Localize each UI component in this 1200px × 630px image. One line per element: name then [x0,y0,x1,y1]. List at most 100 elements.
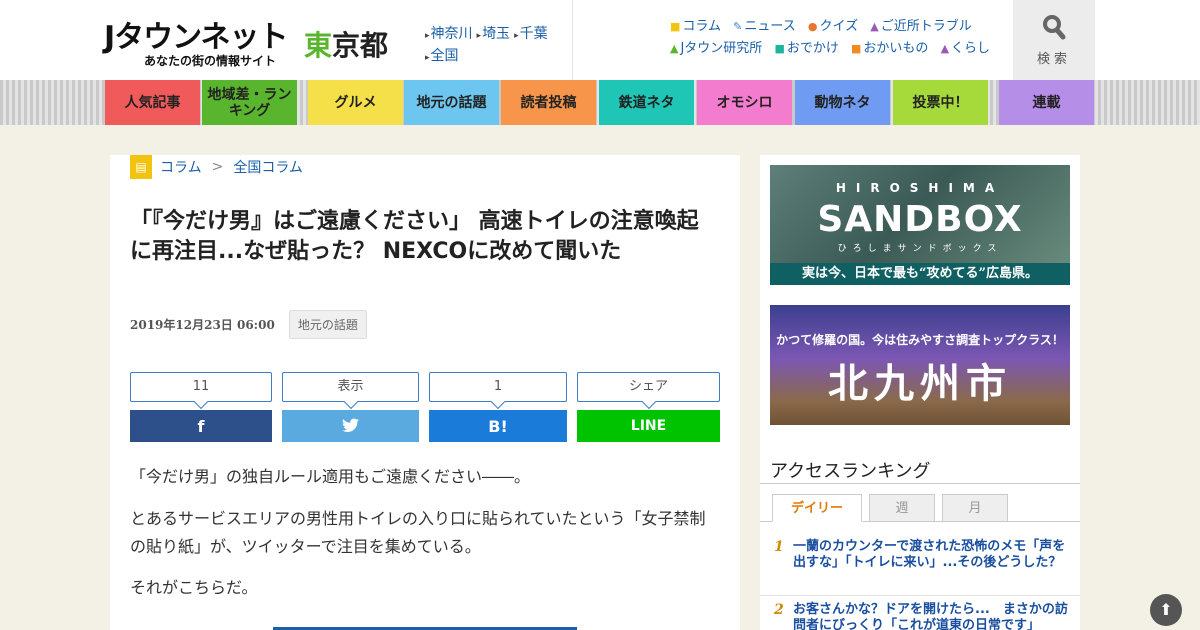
site-header: Jタウンネット あなたの街の情報サイト 東京都 神奈川埼玉千葉 全国 ■コラム … [0,0,1200,80]
line-share-button[interactable]: LINE [577,410,720,442]
nav-gourmet[interactable]: グルメ [308,80,403,125]
tab-weekly[interactable]: 週 [869,494,935,522]
ranking-title: アクセスランキング [770,461,931,482]
ranking-divider [760,483,1080,484]
sidebar: HIROSHIMA SANDBOX ひろしまサンドボックス 実は今、日本で最も“… [760,155,1080,630]
region-links: 神奈川埼玉千葉 全国 [425,24,565,68]
tab-daily[interactable]: デイリー [772,494,862,522]
nav-series[interactable]: 連載 [999,80,1094,125]
twitter-share-button[interactable] [282,410,419,442]
quick-link-label: おかいもの [863,41,929,56]
line-icon: LINE [630,418,667,434]
share-hatena: 1 B! [429,372,567,442]
banner-heading: HIROSHIMA [835,181,1005,195]
hatena-icon: B! [488,416,508,436]
banner-subtitle: ひろしまサンドボックス [837,244,1003,254]
quick-link-odekake[interactable]: ■ おでかけ [774,41,838,56]
article-paragraph: それがこちらだ。 [130,578,258,597]
quick-link-label: クイズ [819,19,859,34]
ranking-number: 1 [774,539,784,555]
region-link-kanagawa[interactable]: 神奈川 [425,26,473,42]
quick-link-label: ニュース [744,19,796,34]
facebook-count: 11 [130,372,272,402]
search-button[interactable]: 検索 [1013,0,1095,80]
quick-link-label: おでかけ [786,41,839,56]
facebook-share-button[interactable]: f [130,410,272,442]
breadcrumb-column[interactable]: コラム [160,157,202,177]
tab-monthly[interactable]: 月 [942,494,1008,522]
nav-funny[interactable]: オモシロ [697,80,792,125]
arrow-up-icon: ⬆ [1159,600,1173,619]
breadcrumb: ▤ コラム > 全国コラム [130,155,303,179]
quick-link-column[interactable]: ■ コラム [670,19,721,34]
nav-railway[interactable]: 鉄道ネタ [599,80,694,125]
nav-animals[interactable]: 動物ネタ [795,80,890,125]
pencil-icon: ✎ [733,20,743,33]
quick-links: ■ コラム ✎ ニュース ● クイズ ▲ ご近所トラブル ▲ Jタウン研究所 ■ おでかけ … [670,16,1000,60]
quick-link-label: ご近所トラブル [880,19,972,34]
article-title: 「『今だけ男』はご遠慮ください」 高速トイレの注意喚起に再注目...なぜ貼った？… [130,209,699,264]
line-count: シェア [577,372,720,402]
quiz-icon: ● [807,20,818,33]
hatena-count: 1 [429,372,567,402]
quick-link-shopping[interactable]: ■ おかいもの [851,41,928,56]
article-paragraph: とあるサービスエリアの男性用トイレの入り口に貼られていたという「女子禁制の貼り紙… [130,509,706,556]
bag-icon: ■ [851,42,862,55]
banner-title: SANDBOX [817,199,1023,240]
back-to-top-button[interactable]: ⬆ [1150,594,1182,626]
quick-link-quiz[interactable]: ● クイズ [808,19,858,34]
quick-link-news[interactable]: ✎ ニュース [733,19,796,34]
prefecture-title-b: 京都 [332,29,389,62]
region-link-saitama[interactable]: 埼玉 [477,26,511,42]
quick-link-label: くらし [951,41,991,56]
nav-reader-posts[interactable]: 読者投稿 [501,80,596,125]
quick-link-label: Jタウン研究所 [680,41,763,56]
share-twitter: 表示 [282,372,419,442]
quick-link-label: コラム [682,19,722,34]
site-logo[interactable]: Jタウンネット あなたの街の情報サイト [104,12,294,68]
note-icon: ■ [670,20,681,33]
hatena-share-button[interactable]: B! [429,410,567,442]
search-label: 検索 [1036,52,1071,67]
quick-link-trouble[interactable]: ▲ ご近所トラブル [870,19,971,34]
quick-link-lab[interactable]: ▲ Jタウン研究所 [670,41,762,56]
share-line: シェア LINE [577,372,720,442]
note-icon: ▤ [130,155,152,179]
banner-caption: 実は今、日本で最も“攻めてる”広島県。 [770,263,1070,285]
nav-voting[interactable]: 投票中！ [893,80,988,125]
hiroshima-sandbox-banner[interactable]: HIROSHIMA SANDBOX ひろしまサンドボックス 実は今、日本で最も“… [770,165,1070,285]
banner-title: 北九州市 [828,360,1012,407]
quick-link-kurashi[interactable]: ▲ くらし [941,41,990,56]
ranking-number: 2 [774,602,784,618]
search-icon [1042,14,1066,46]
facebook-icon: f [197,416,205,436]
flask-icon: ▲ [670,42,679,55]
share-facebook: 11 f [130,372,272,442]
house-icon: ▲ [870,20,879,33]
ranking-link[interactable]: お客さんかな？ドアを開けたら... まさかの訪問者にびっくり「これが道東の日常で… [793,602,1073,630]
breadcrumb-national-column[interactable]: 全国コラム [233,157,303,177]
article-tag[interactable]: 地元の話題 [288,310,367,339]
article-date: 2019年12月23日 06:00 [130,318,275,332]
nav-local-topics[interactable]: 地元の話題 [404,80,499,125]
twitter-count: 表示 [282,372,419,402]
ranking-item-divider [760,595,1080,596]
kitakyushu-banner[interactable]: かつて修羅の国。今は住みやすさ調査トップクラス！ 北九州市 [770,305,1070,425]
ranking-link[interactable]: 一蘭のカウンターで渡された恐怖のメモ「声を出すな」「トイレに来い」...その後ど… [793,539,1073,571]
article-paragraph: 「今だけ男」の独自ルール適用もご遠慮ください――。 [130,467,531,486]
prefecture-title-a: 東 [304,29,333,62]
logo-tagline: あなたの街の情報サイト [144,54,277,68]
article-meta: 2019年12月23日 06:00 地元の話題 [130,310,367,339]
car-icon: ■ [774,42,785,55]
nav-ranking[interactable]: 地域差・ランキング [202,80,297,125]
header-divider [572,0,573,80]
breadcrumb-separator: > [211,159,224,175]
article-card: ▤ コラム > 全国コラム 「『今だけ男』はご遠慮ください」 高速トイレの注意喚… [110,155,740,630]
nav-popular[interactable]: 人気記事 [105,80,200,125]
logo-text: Jタウンネット [104,20,289,55]
region-link-zenkoku[interactable]: 全国 [425,48,459,64]
prefecture-title[interactable]: 東京都 [304,24,388,64]
region-link-chiba[interactable]: 千葉 [514,26,548,42]
banner-heading: かつて修羅の国。今は住みやすさ調査トップクラス！ [776,333,1064,347]
home-icon: ▲ [940,42,950,55]
